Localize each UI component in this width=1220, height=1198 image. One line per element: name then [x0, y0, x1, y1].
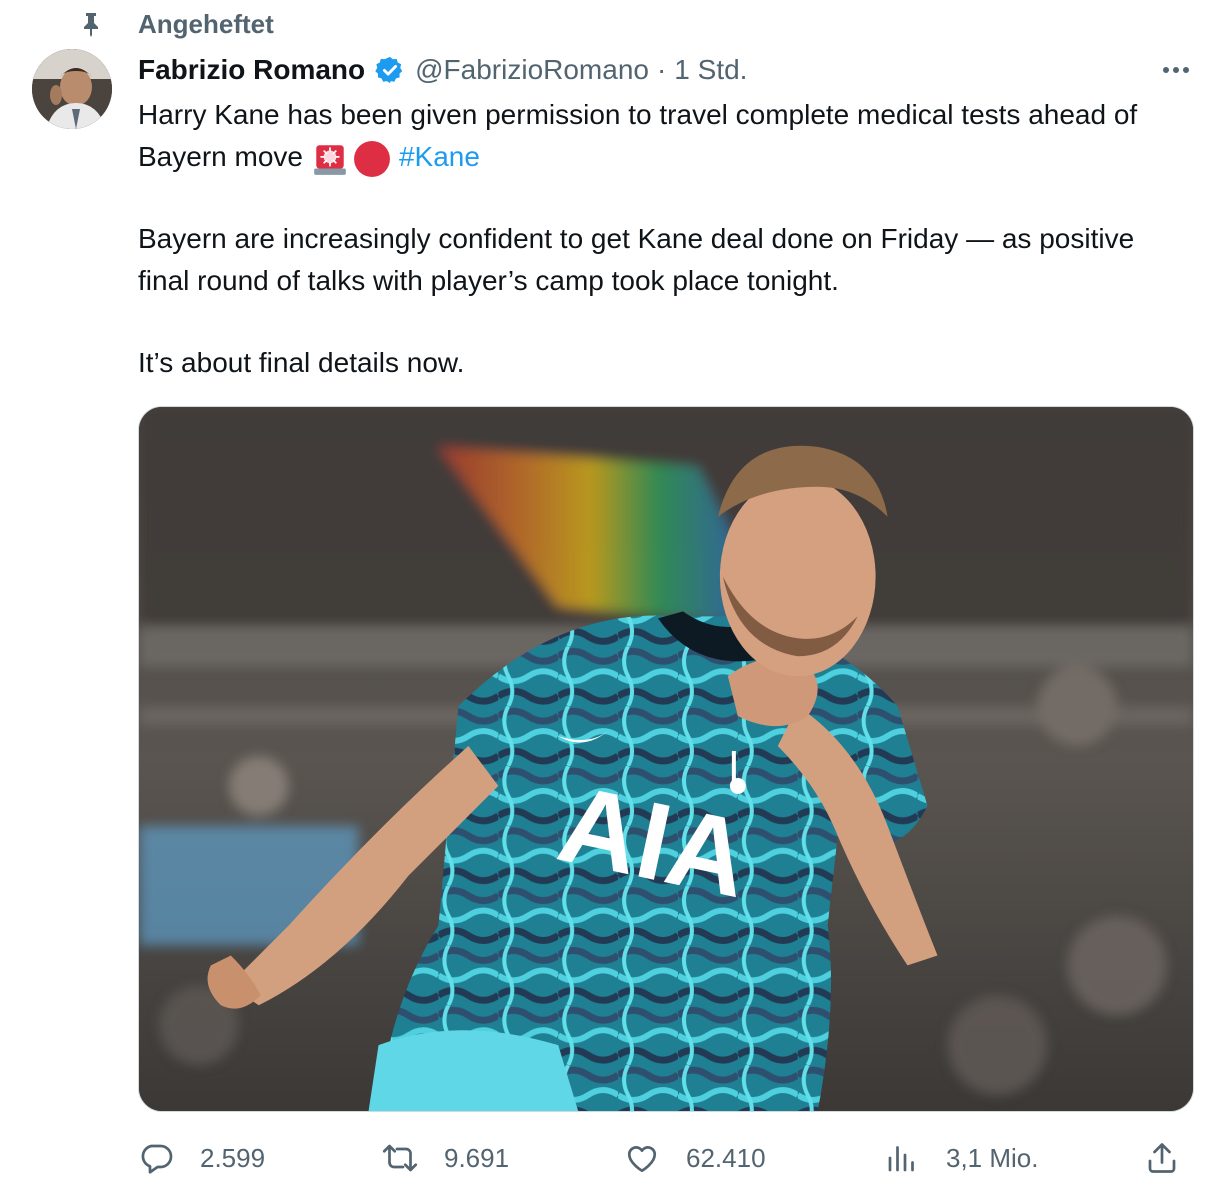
like-button[interactable]: 62.410	[624, 1138, 766, 1178]
views-count: 3,1 Mio.	[946, 1143, 1039, 1174]
heart-icon	[624, 1140, 660, 1176]
reply-count: 2.599	[200, 1143, 265, 1174]
analytics-icon	[884, 1140, 920, 1176]
hashtag-link[interactable]: #Kane	[399, 141, 480, 172]
reply-button[interactable]: 2.599	[138, 1138, 265, 1178]
tweet-paragraph-1: Harry Kane has been given permission to …	[138, 94, 1178, 178]
views-button[interactable]: 3,1 Mio.	[884, 1138, 1039, 1178]
share-button[interactable]	[1144, 1138, 1180, 1178]
pinned-label: Angeheftet	[138, 8, 274, 40]
reply-icon	[138, 1140, 174, 1176]
like-count: 62.410	[686, 1143, 766, 1174]
verified-badge-icon[interactable]	[375, 55, 405, 85]
tweet-paragraph-2: Bayern are increasingly confident to get…	[138, 218, 1178, 302]
more-dot	[1163, 67, 1169, 73]
tweet-timestamp[interactable]: 1 Std.	[674, 54, 747, 86]
more-dot	[1183, 67, 1189, 73]
more-options-button[interactable]	[1156, 56, 1196, 84]
tweet-line-1: Harry Kane has been given permission to …	[138, 99, 1137, 172]
more-dot	[1173, 67, 1179, 73]
retweet-button[interactable]: 9.691	[382, 1138, 509, 1178]
pinned-indicator	[80, 8, 102, 40]
author-display-name[interactable]: Fabrizio Romano	[138, 54, 365, 86]
retweet-count: 9.691	[444, 1143, 509, 1174]
tweet-paragraph-3: It’s about final details now.	[138, 342, 1178, 384]
separator-dot: ·	[657, 54, 666, 86]
author-handle[interactable]: @FabrizioRomano	[415, 54, 649, 86]
avatar[interactable]	[32, 49, 112, 129]
share-icon	[1144, 1140, 1180, 1176]
pin-icon	[80, 11, 102, 37]
tweet-media-photo[interactable]: AIA	[138, 406, 1194, 1112]
tweet-text: Harry Kane has been given permission to …	[138, 94, 1178, 384]
red-circle-emoji	[353, 140, 391, 178]
tweet-header: Fabrizio Romano @FabrizioRomano · 1 Std.	[138, 50, 747, 90]
action-bar: 2.599 9.691 62.410 3,1 Mio.	[138, 1138, 1198, 1178]
retweet-icon	[382, 1140, 418, 1176]
siren-emoji	[311, 140, 349, 178]
